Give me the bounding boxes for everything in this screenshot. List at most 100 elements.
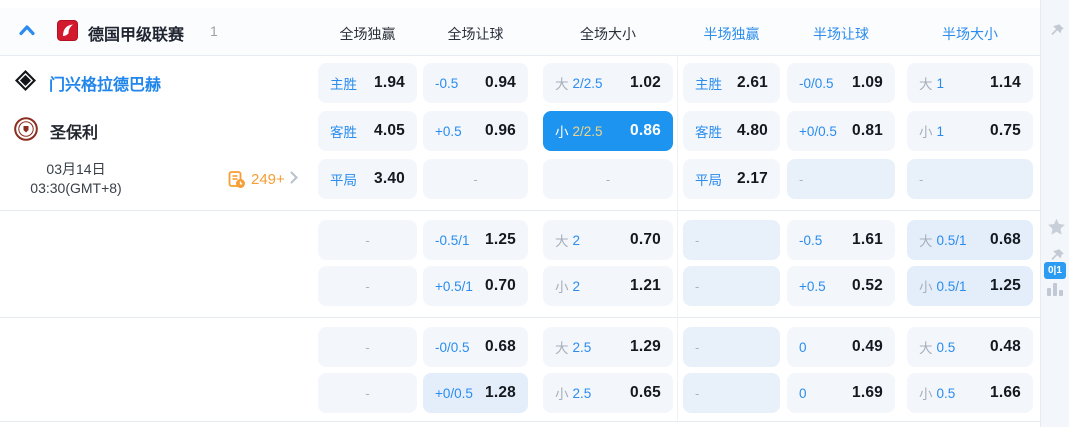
odds-cell-r2-c2[interactable]: +0.5 0.96 bbox=[423, 111, 528, 151]
odds-cell-r6-c4: - bbox=[683, 327, 780, 367]
home-team-name[interactable]: 门兴格拉德巴赫 bbox=[49, 71, 161, 95]
odds-cell-r6-c5[interactable]: 0 0.49 bbox=[787, 327, 895, 367]
odds-cell-r6-c3[interactable]: 大 2.5 1.29 bbox=[543, 327, 673, 367]
odds-cell-r2-c6[interactable]: 小 1 0.75 bbox=[907, 111, 1033, 151]
odds-cell-r6-c6[interactable]: 大 0.5 0.48 bbox=[907, 327, 1033, 367]
odds-cell-r3-c4[interactable]: 平局 2.17 bbox=[683, 159, 780, 199]
odds-value: 1.94 bbox=[374, 74, 405, 91]
odds-line: 0.5/1 bbox=[936, 232, 967, 248]
odds-cell-r1-c2[interactable]: -0.5 0.94 bbox=[423, 63, 528, 103]
odds-cell-r5-c5[interactable]: +0.5 0.52 bbox=[787, 266, 895, 306]
odds-value: 1.29 bbox=[630, 338, 661, 355]
odds-cell-r5-c4: - bbox=[683, 266, 780, 306]
column-header-3: 全场大小 bbox=[580, 26, 636, 42]
odds-cell-r1-c4[interactable]: 主胜 2.61 bbox=[683, 63, 780, 103]
odds-direction: 小 bbox=[555, 125, 569, 140]
odds-line: -0.5 bbox=[799, 232, 823, 248]
column-header-6: 半场大小 bbox=[942, 26, 998, 42]
odds-cell-r4-c5[interactable]: -0.5 1.61 bbox=[787, 220, 895, 260]
odds-line: 2.5 bbox=[572, 385, 592, 401]
odds-cell-r1-c1[interactable]: 主胜 1.94 bbox=[318, 63, 417, 103]
column-header-2: 全场让球 bbox=[447, 26, 504, 42]
column-header-4: 半场独赢 bbox=[703, 26, 760, 42]
odds-cell-r1-c5[interactable]: -0/0.5 1.09 bbox=[787, 63, 895, 103]
odds-value: 2.61 bbox=[737, 74, 768, 91]
odds-value: 1.28 bbox=[485, 384, 516, 401]
league-name: 德国甲级联赛 bbox=[88, 27, 185, 44]
empty-odds: - bbox=[799, 171, 804, 187]
odds-cell-r1-c6[interactable]: 大 1 1.14 bbox=[907, 63, 1033, 103]
odds-cell-r4-c4: - bbox=[683, 220, 780, 260]
odds-line: -0/0.5 bbox=[435, 339, 470, 355]
odds-value: 1.21 bbox=[630, 277, 661, 294]
odds-cell-r7-c6[interactable]: 小 0.5 1.66 bbox=[907, 373, 1033, 413]
odds-line: 0.5 bbox=[936, 339, 956, 355]
odds-value: 0.81 bbox=[852, 122, 883, 139]
away-team-name[interactable]: 圣保利 bbox=[50, 119, 98, 143]
odds-value: 0.49 bbox=[852, 338, 883, 355]
odds-value: 0.70 bbox=[630, 231, 661, 248]
odds-cell-r2-c5[interactable]: +0/0.5 0.81 bbox=[787, 111, 895, 151]
section-divider-2 bbox=[0, 317, 1040, 318]
odds-line: 客胜 bbox=[695, 125, 722, 140]
odds-line: 0 bbox=[799, 385, 807, 401]
odds-line: 2.5 bbox=[572, 339, 592, 355]
odds-line: 0 bbox=[799, 339, 807, 355]
odds-cell-r4-c2[interactable]: -0.5/1 1.25 bbox=[423, 220, 528, 260]
odds-cell-r2-c1[interactable]: 客胜 4.05 bbox=[318, 111, 417, 151]
odds-value: 0.70 bbox=[485, 277, 516, 294]
more-markets-link[interactable]: 249+ bbox=[228, 170, 298, 189]
odds-cell-r7-c3[interactable]: 小 2.5 0.65 bbox=[543, 373, 673, 413]
odds-cell-r7-c1: - bbox=[318, 373, 417, 413]
odds-line: +0.5 bbox=[435, 123, 462, 139]
fulltime-halftime-divider bbox=[677, 55, 678, 421]
column-header-5: 半场让球 bbox=[813, 26, 869, 42]
odds-direction: 大 bbox=[555, 234, 569, 249]
favorite-star-icon[interactable] bbox=[1047, 218, 1066, 241]
odds-cell-r7-c5[interactable]: 0 1.69 bbox=[787, 373, 895, 413]
odds-cell-r3-c3: - bbox=[543, 159, 673, 199]
odds-cell-r4-c3[interactable]: 大 2 0.70 bbox=[543, 220, 673, 260]
odds-cell-r7-c2[interactable]: +0/0.5 1.28 bbox=[423, 373, 528, 413]
odds-line: -0.5/1 bbox=[435, 232, 470, 248]
odds-cell-r1-c3[interactable]: 大 2/2.5 1.02 bbox=[543, 63, 673, 103]
odds-cell-r6-c2[interactable]: -0/0.5 0.68 bbox=[423, 327, 528, 367]
odds-cell-r2-c3[interactable]: 小 2/2.5 0.86 bbox=[543, 111, 673, 151]
odds-cell-r6-c1: - bbox=[318, 327, 417, 367]
odds-value: 3.40 bbox=[374, 170, 405, 187]
odds-line: +0/0.5 bbox=[799, 123, 837, 139]
odds-value: 0.75 bbox=[990, 122, 1021, 139]
odds-cell-r3-c6: - bbox=[907, 159, 1033, 199]
markets-icon bbox=[228, 170, 245, 188]
odds-value: 2.17 bbox=[737, 170, 768, 187]
empty-odds: - bbox=[695, 385, 700, 401]
pin-icon[interactable] bbox=[1049, 23, 1065, 44]
header-divider bbox=[0, 55, 1040, 56]
away-team-logo-icon bbox=[14, 116, 38, 146]
match-time: 03:30(GMT+8) bbox=[30, 180, 122, 196]
odds-value: 1.09 bbox=[852, 74, 883, 91]
odds-value: 0.86 bbox=[630, 122, 661, 139]
empty-odds: - bbox=[695, 278, 700, 294]
right-rail bbox=[1040, 0, 1069, 427]
stats-bars-icon[interactable] bbox=[1047, 283, 1065, 296]
odds-cell-r5-c3[interactable]: 小 2 1.21 bbox=[543, 266, 673, 306]
odds-cell-r3-c1[interactable]: 平局 3.40 bbox=[318, 159, 417, 199]
odds-value: 1.25 bbox=[485, 231, 516, 248]
odds-direction: 小 bbox=[555, 280, 569, 295]
league-match-count: 1 bbox=[210, 23, 218, 39]
odds-line: 客胜 bbox=[330, 125, 357, 140]
empty-odds: - bbox=[473, 171, 478, 187]
odds-cell-r5-c2[interactable]: +0.5/1 0.70 bbox=[423, 266, 528, 306]
odds-value: 0.68 bbox=[485, 338, 516, 355]
away-team-row: 圣保利 bbox=[0, 111, 98, 151]
collapse-chevron-icon[interactable] bbox=[18, 23, 36, 36]
live-score-badge[interactable]: 0|1 bbox=[1044, 262, 1066, 279]
odds-cell-r5-c6[interactable]: 小 0.5/1 1.25 bbox=[907, 266, 1033, 306]
odds-line: 2/2.5 bbox=[572, 75, 603, 91]
odds-line: 0.5 bbox=[936, 385, 956, 401]
odds-cell-r2-c4[interactable]: 客胜 4.80 bbox=[683, 111, 780, 151]
odds-board: 德国甲级联赛 1 全场独赢 全场让球 全场大小 半场独赢 半场让球 半场大小 门兴格拉德巴… bbox=[0, 0, 1069, 427]
odds-cell-r4-c6[interactable]: 大 0.5/1 0.68 bbox=[907, 220, 1033, 260]
bottom-divider bbox=[0, 421, 1069, 422]
